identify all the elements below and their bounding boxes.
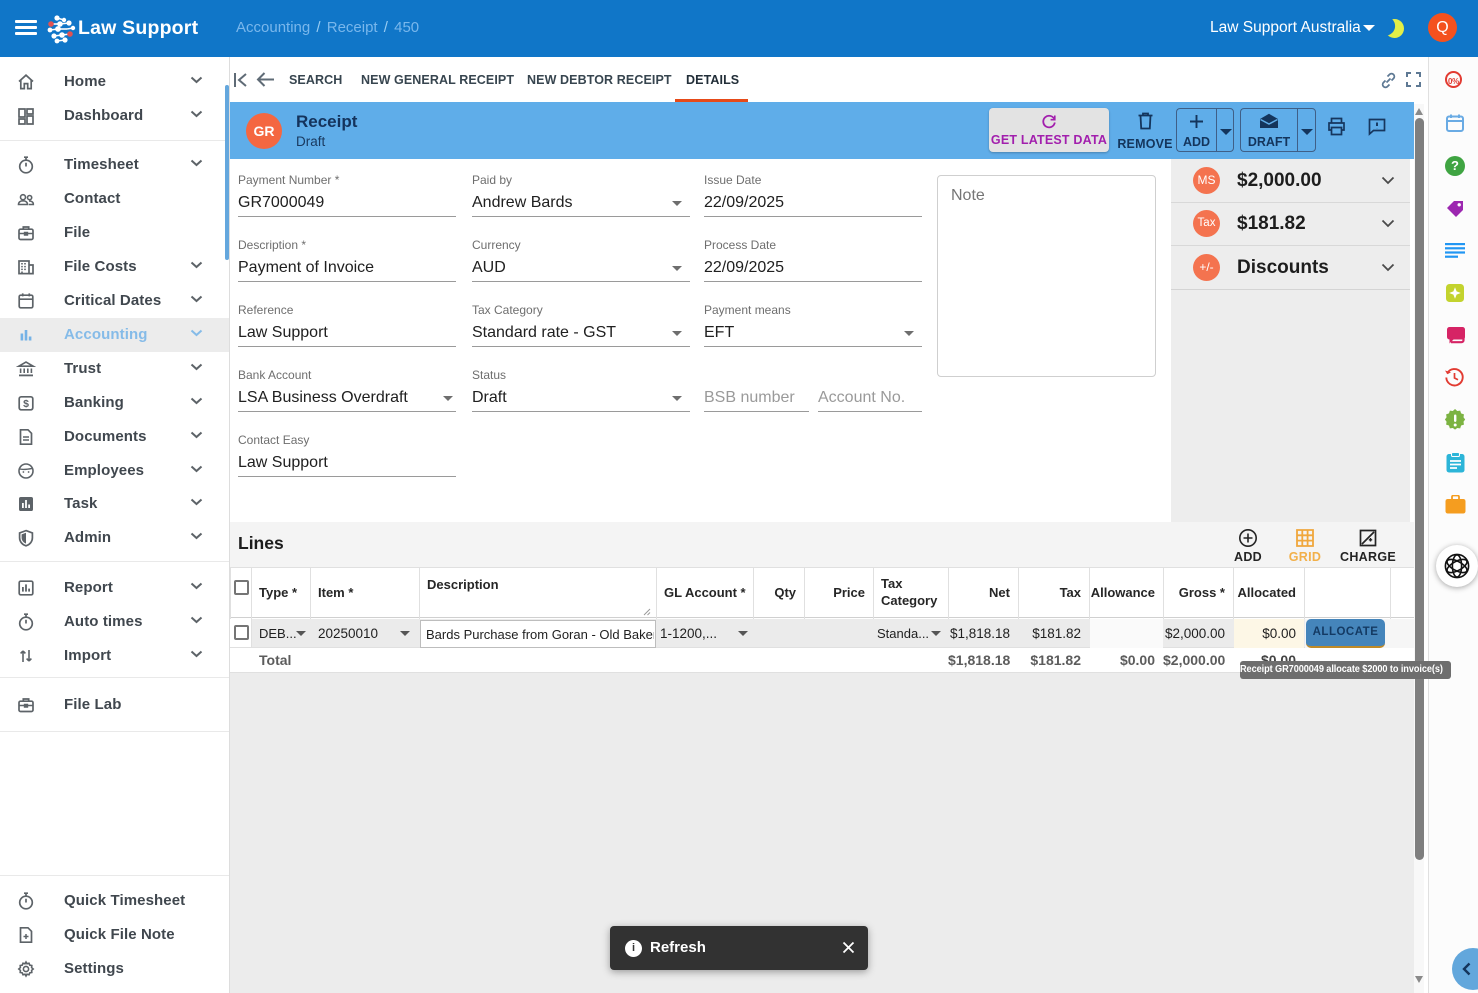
- svg-text:$: $: [23, 398, 29, 410]
